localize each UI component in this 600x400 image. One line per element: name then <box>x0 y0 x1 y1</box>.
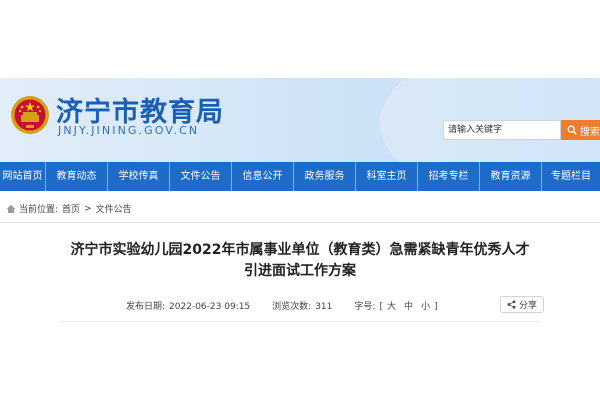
breadcrumb-current-link[interactable]: 文件公告 <box>96 202 132 215</box>
breadcrumb: 当前位置: 首页 > 文件公告 <box>6 202 132 215</box>
share-button-label: 分享 <box>518 301 537 311</box>
search-button-label: 搜索 <box>580 126 600 138</box>
search-input[interactable] <box>443 120 561 140</box>
search-icon <box>567 125 577 135</box>
article-title-line-1: 济宁市实验幼儿园2022年市属事业单位（教育类）急需紧缺青年优秀人才 <box>70 242 530 258</box>
nav-item-topics[interactable]: 专题栏目 <box>542 162 600 191</box>
nav-item-home[interactable]: 网站首页 <box>0 162 46 191</box>
home-icon <box>6 204 16 213</box>
font-size-small[interactable]: 小 <box>421 302 430 312</box>
meta-divider <box>60 321 540 322</box>
nav-item-announcements[interactable]: 文件公告 <box>170 162 232 191</box>
share-icon <box>507 300 516 309</box>
font-size-large[interactable]: 大 <box>387 302 396 312</box>
font-size-label: 字号: <box>354 302 376 312</box>
font-size-bracket-close: ] <box>434 302 438 312</box>
nav-item-edu-resources[interactable]: 教育资源 <box>480 162 542 191</box>
breadcrumb-home-link[interactable]: 首页 <box>62 202 80 215</box>
breadcrumb-prefix: 当前位置: <box>19 205 59 215</box>
font-size-selector: 字号:[ 大中小] <box>354 299 437 312</box>
view-count-label: 浏览次数: <box>272 302 312 312</box>
content-divider <box>0 222 600 223</box>
nav-item-info-disclosure[interactable]: 信息公开 <box>232 162 294 191</box>
breadcrumb-separator: > <box>84 203 92 214</box>
nav-item-school-news[interactable]: 学校传真 <box>108 162 170 191</box>
view-count: 浏览次数: 311 <box>272 299 332 312</box>
font-size-medium[interactable]: 中 <box>404 302 413 312</box>
national-emblem-icon <box>11 96 49 134</box>
main-nav: 网站首页 教育动态 学校传真 文件公告 信息公开 政务服务 科室主页 招考专栏 … <box>0 162 600 191</box>
search-box: 搜索 <box>443 120 600 140</box>
share-button[interactable]: 分享 <box>500 296 544 313</box>
nav-item-gov-services[interactable]: 政务服务 <box>294 162 356 191</box>
nav-item-department-pages[interactable]: 科室主页 <box>356 162 418 191</box>
nav-item-exam-recruit[interactable]: 招考专栏 <box>418 162 480 191</box>
site-header: 济宁市教育局 JNJY.JINING.GOV.CN 搜索 <box>0 78 600 162</box>
publish-date: 发布日期: 2022-06-23 09:15 <box>126 299 250 312</box>
font-size-bracket-open: [ <box>379 302 383 312</box>
nav-item-education-news[interactable]: 教育动态 <box>46 162 108 191</box>
article-title-line-2: 引进面试工作方案 <box>244 263 356 279</box>
article-title: 济宁市实验幼儿园2022年市属事业单位（教育类）急需紧缺青年优秀人才 引进面试工… <box>60 240 540 282</box>
article-meta: 发布日期: 2022-06-23 09:15 浏览次数: 311 字号:[ 大中小] <box>126 299 460 312</box>
publish-date-value: 2022-06-23 09:15 <box>169 302 251 312</box>
search-button[interactable]: 搜索 <box>561 120 600 140</box>
view-count-value: 311 <box>315 302 333 312</box>
publish-date-label: 发布日期: <box>126 302 166 312</box>
site-domain: JNJY.JINING.GOV.CN <box>58 124 200 137</box>
